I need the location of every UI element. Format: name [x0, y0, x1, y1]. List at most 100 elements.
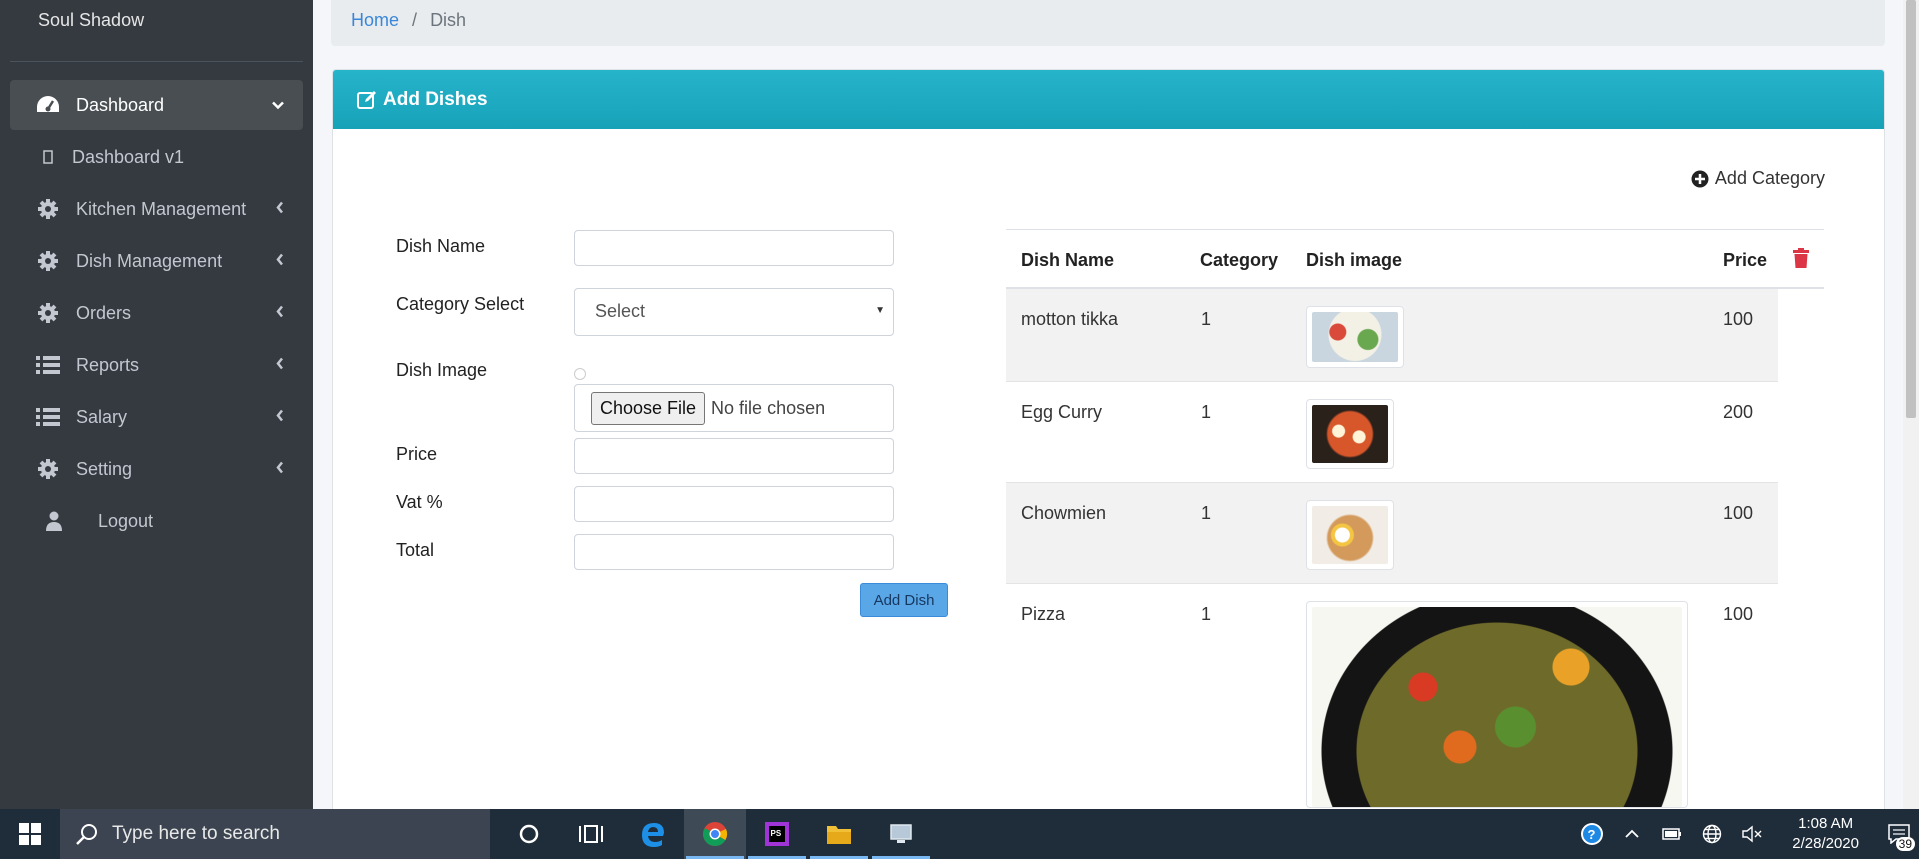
category-row: Category Select Select ▼ — [396, 288, 936, 354]
table-row[interactable]: motton tikka 1 100 — [1006, 289, 1778, 382]
category-select[interactable]: Select ▼ — [574, 288, 894, 336]
sidebar-item-label: Setting — [76, 458, 133, 479]
phpstorm-icon: PS — [765, 822, 789, 846]
price-row: Price — [396, 438, 936, 486]
sidebar-item-reports[interactable]: Reports — [10, 340, 303, 390]
edge-icon — [642, 823, 664, 847]
list-icon — [34, 351, 62, 379]
phpstorm-button[interactable]: PS — [746, 809, 808, 859]
gear-icon — [34, 247, 62, 275]
notification-count-badge: 39 — [1895, 837, 1915, 851]
sidebar-item-label: Reports — [76, 354, 140, 375]
chevron-left-icon — [275, 355, 285, 376]
cell-price: 100 — [1723, 604, 1754, 624]
sidebar-item-setting[interactable]: Setting — [10, 444, 303, 494]
page-scrollbar[interactable] — [1903, 0, 1919, 809]
chevron-left-icon — [275, 199, 285, 220]
add-dish-form: Dish Name Category Select Select ▼ Dish … — [396, 230, 936, 582]
scrollbar-thumb[interactable] — [1906, 0, 1916, 418]
user-icon — [40, 507, 68, 535]
chevron-left-icon — [275, 251, 285, 272]
task-view-icon — [579, 825, 603, 843]
delete-icon[interactable] — [1793, 248, 1809, 273]
header-price: Price — [1723, 250, 1768, 270]
vat-label: Vat % — [396, 492, 443, 512]
add-dish-button[interactable]: Add Dish — [860, 583, 948, 617]
dish-name-input[interactable] — [574, 230, 894, 266]
list-icon — [34, 403, 62, 431]
search-placeholder: Type here to search — [112, 823, 280, 844]
network-button[interactable] — [1692, 809, 1732, 859]
header-dish-name: Dish Name — [1021, 250, 1115, 270]
cortana-icon — [519, 824, 539, 844]
sidebar-item-orders[interactable]: Orders — [10, 288, 303, 338]
choose-file-button[interactable]: Choose File — [591, 391, 706, 425]
card-title: Add Dishes — [383, 88, 488, 110]
cell-price: 100 — [1723, 309, 1754, 329]
tachometer-icon — [34, 91, 62, 119]
cell-dish-name: Chowmien — [1021, 503, 1107, 523]
file-status: No file chosen — [711, 397, 826, 418]
dish-thumbnail — [1306, 399, 1394, 469]
chevron-left-icon — [275, 303, 285, 324]
sidebar-item-label: Dish Management — [76, 250, 223, 271]
task-view-button[interactable] — [560, 809, 622, 859]
sidebar-item-logout[interactable]: Logout — [10, 496, 303, 546]
taskbar-clock[interactable]: 1:08 AM 2/28/2020 — [1772, 814, 1879, 854]
sidebar-nav: Dashboard Dashboard v1 Kitchen Managemen… — [0, 62, 313, 546]
price-input[interactable] — [574, 438, 894, 474]
sidebar-item-salary[interactable]: Salary — [10, 392, 303, 442]
plus-circle-icon — [1691, 170, 1709, 188]
breadcrumb-home-link[interactable]: Home — [351, 10, 399, 30]
taskbar-search[interactable]: Type here to search — [60, 809, 490, 859]
breadcrumb: Home / Dish — [331, 0, 1885, 46]
table-row[interactable]: Chowmien 1 100 — [1006, 483, 1778, 584]
system-tray: ? 1:08 AM 2/28/2020 39 — [1572, 809, 1919, 859]
chevron-down-icon — [271, 95, 285, 116]
category-select-value: Select — [595, 301, 646, 321]
chevron-up-icon — [1625, 829, 1639, 838]
help-tray-button[interactable]: ? — [1572, 809, 1612, 859]
breadcrumb-separator: / — [412, 10, 418, 30]
breadcrumb-current: Dish — [430, 10, 467, 30]
volume-button[interactable] — [1732, 809, 1772, 859]
show-hidden-icons-button[interactable] — [1612, 809, 1652, 859]
add-category-label: Add Category — [1714, 168, 1825, 188]
sidebar-item-label: Orders — [76, 302, 132, 323]
svg-text:PS: PS — [771, 829, 782, 838]
cell-category: 1 — [1201, 402, 1212, 422]
cell-price: 100 — [1723, 503, 1754, 523]
add-dishes-card: Add Dishes Add Category Dish Name Catego… — [332, 69, 1885, 809]
help-icon: ? — [1581, 823, 1604, 845]
dish-image-file-input[interactable]: Choose File No file chosen — [574, 384, 894, 432]
sidebar-item-dashboard-v1[interactable]: Dashboard v1 — [10, 132, 303, 182]
sidebar-item-label: Kitchen Management — [76, 198, 247, 219]
taskbar: Type here to search PS ? 1:08 AM 2/28/20… — [0, 809, 1919, 859]
table-row[interactable]: Pizza 1 100 — [1006, 584, 1778, 809]
dish-name-label: Dish Name — [396, 236, 486, 256]
cell-price: 200 — [1723, 402, 1754, 422]
action-center-button[interactable]: 39 — [1879, 809, 1919, 859]
header-dish-image: Dish image — [1306, 250, 1403, 270]
cell-category: 1 — [1201, 503, 1212, 523]
sidebar-item-kitchen-management[interactable]: Kitchen Management — [10, 184, 303, 234]
sidebar-item-dashboard[interactable]: Dashboard — [10, 80, 303, 130]
remote-desktop-button[interactable] — [870, 809, 932, 859]
brand-name[interactable]: Soul Shadow — [10, 0, 303, 62]
windows-start-button[interactable] — [0, 809, 60, 859]
cortana-button[interactable] — [498, 809, 560, 859]
edge-browser-button[interactable] — [622, 809, 684, 859]
vat-input[interactable] — [574, 486, 894, 522]
sidebar-item-dish-management[interactable]: Dish Management — [10, 236, 303, 286]
image-radio[interactable] — [574, 368, 586, 380]
cell-dish-name: Egg Curry — [1021, 402, 1103, 422]
file-explorer-button[interactable] — [808, 809, 870, 859]
total-label: Total — [396, 540, 435, 560]
table-row[interactable]: Egg Curry 1 200 — [1006, 382, 1778, 483]
chevron-left-icon — [275, 407, 285, 428]
total-input[interactable] — [574, 534, 894, 570]
chrome-browser-button[interactable] — [684, 809, 746, 859]
add-category-link[interactable]: Add Category — [1691, 168, 1825, 189]
battery-button[interactable] — [1652, 809, 1692, 859]
windows-icon — [19, 823, 41, 845]
